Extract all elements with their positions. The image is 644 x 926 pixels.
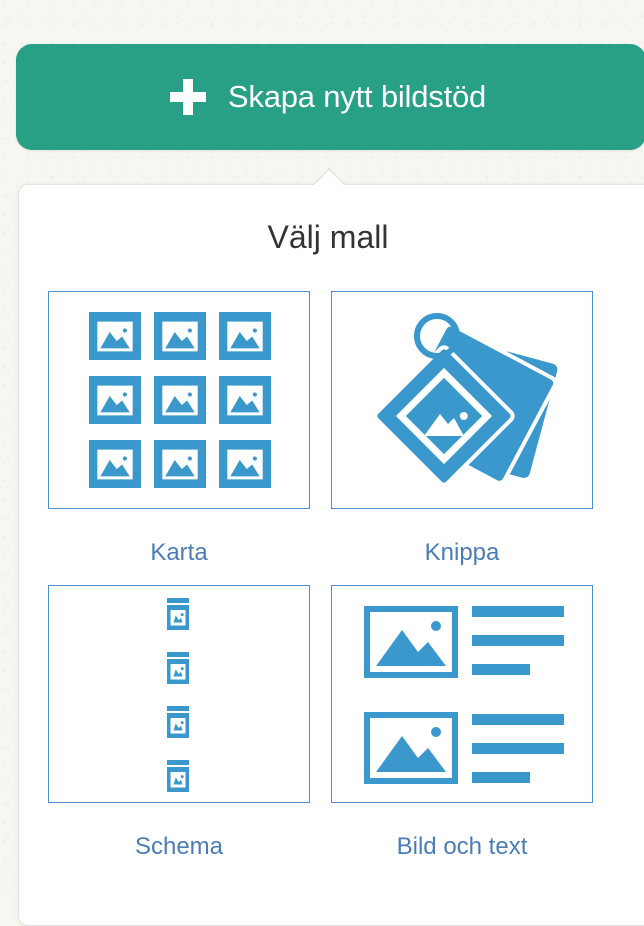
create-button-label: Skapa nytt bildstöd <box>227 79 487 114</box>
template-card-schema[interactable]: Schema <box>48 585 310 861</box>
template-thumbnail-karta <box>48 291 310 509</box>
template-thumbnail-schema <box>48 585 310 803</box>
image-tile-icon <box>89 376 141 424</box>
template-label-bild-och-text: Bild och text <box>396 833 528 860</box>
image-tile-icon <box>154 312 206 360</box>
template-label-schema: Schema <box>134 833 224 860</box>
image-tile-icon <box>167 605 189 630</box>
schedule-item-icon <box>167 760 189 765</box>
image-tile-icon <box>89 312 141 360</box>
image-tile-icon <box>154 440 206 488</box>
image-tile-icon <box>167 767 189 792</box>
image-tile-icon <box>167 659 189 684</box>
image-tile-icon <box>219 440 271 488</box>
template-label-knippa: Knippa <box>424 539 500 566</box>
template-card-knippa[interactable]: Knippa <box>331 291 593 567</box>
image-tile-icon <box>219 312 271 360</box>
schedule-item-icon <box>167 652 189 657</box>
image-tile-icon <box>167 713 189 738</box>
template-card-bild-och-text[interactable]: Bild och text <box>331 585 593 861</box>
template-thumbnail-bild-och-text <box>331 585 593 803</box>
keyring-cards-icon <box>373 313 558 487</box>
image-tile-icon <box>154 376 206 424</box>
create-new-visual-support-button[interactable]: Skapa nytt bildstöd <box>16 44 644 150</box>
schedule-item-icon <box>167 598 189 603</box>
image-tile-icon <box>89 440 141 488</box>
plus-icon <box>169 79 206 115</box>
popover-arrow <box>313 170 345 186</box>
grid-images-icon <box>89 312 271 488</box>
template-label-karta: Karta <box>150 539 208 566</box>
schedule-item-icon <box>167 706 189 711</box>
popover-title: Välj mall <box>267 219 389 255</box>
image-text-icon <box>364 606 564 784</box>
template-card-karta[interactable]: Karta <box>48 291 310 567</box>
template-thumbnail-knippa <box>331 291 593 509</box>
vertical-schedule-icon <box>167 598 189 792</box>
image-tile-icon <box>219 376 271 424</box>
